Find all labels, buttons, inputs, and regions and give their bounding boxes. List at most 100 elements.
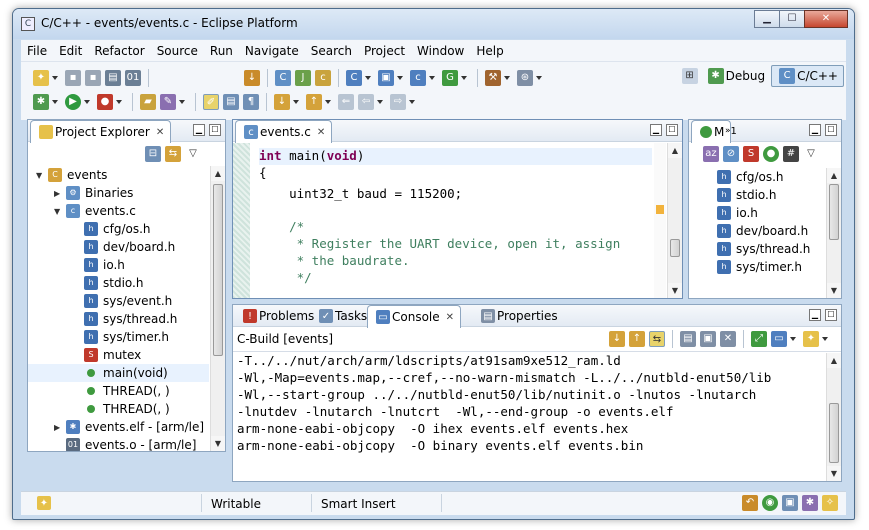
menu-search[interactable]: Search: [305, 44, 358, 58]
tree-item[interactable]: h sys/thread.h: [28, 310, 209, 328]
expand-toggle-icon[interactable]: ▼: [36, 171, 46, 180]
expand-toggle-icon[interactable]: ▶: [54, 189, 64, 198]
save-icon[interactable]: ▪: [65, 70, 81, 86]
project-tree-scrollbar[interactable]: ▲ ▼: [210, 166, 225, 451]
hide-fields-icon[interactable]: ⊘: [723, 146, 739, 162]
hide-static-icon[interactable]: S: [743, 146, 759, 162]
notification-icon[interactable]: ✧: [822, 495, 838, 511]
print-icon[interactable]: ▤: [105, 70, 121, 86]
block-selection-icon[interactable]: ▤: [223, 94, 239, 110]
maximize-view-icon[interactable]: ☐: [825, 309, 837, 321]
new-folder-icon[interactable]: ▣: [378, 70, 394, 86]
outline-item[interactable]: h io.h: [699, 204, 825, 222]
outline-item[interactable]: h sys/timer.h: [699, 258, 825, 276]
code-area[interactable]: int main(void){ uint32_t baud = 115200; …: [259, 148, 652, 294]
tree-item[interactable]: h dev/board.h: [28, 238, 209, 256]
maximize-view-icon[interactable]: ☐: [666, 124, 678, 136]
refresh-icon[interactable]: G: [442, 70, 458, 86]
open-console-icon[interactable]: ✦: [803, 331, 819, 347]
tree-item[interactable]: ▼ c events.c: [28, 202, 209, 220]
collapse-all-icon[interactable]: ⊟: [145, 146, 161, 162]
code-line[interactable]: * Register the UART device, open it, ass…: [259, 236, 652, 253]
code-line[interactable]: uint32_t baud = 115200;: [259, 186, 652, 203]
tree-item[interactable]: ▶ ⚙ Binaries: [28, 184, 209, 202]
perspective-cpp[interactable]: C C/C++: [771, 65, 844, 87]
close-icon[interactable]: ✕: [317, 127, 325, 138]
build-binary-icon[interactable]: 01: [125, 70, 141, 86]
menu-refactor[interactable]: Refactor: [88, 44, 150, 58]
code-line[interactable]: {: [259, 165, 652, 182]
tree-item[interactable]: Smutex: [28, 346, 209, 364]
menu-project[interactable]: Project: [358, 44, 411, 58]
code-line[interactable]: */: [259, 270, 652, 287]
close-button[interactable]: ✕: [804, 10, 848, 28]
maximize-view-icon[interactable]: ☐: [209, 124, 221, 136]
pin-console-icon[interactable]: ⤢: [751, 331, 767, 347]
perspective-debug[interactable]: ✱ Debug: [700, 65, 771, 87]
tree-item[interactable]: ▼ Cevents: [28, 166, 209, 184]
previous-annotation-icon[interactable]: ↑: [306, 94, 322, 110]
open-type-icon[interactable]: ▰: [140, 94, 156, 110]
forward-icon[interactable]: ⇨: [390, 94, 406, 110]
menu-file[interactable]: File: [21, 44, 53, 58]
network-icon[interactable]: ◉: [762, 495, 778, 511]
back-icon[interactable]: ⇦: [358, 94, 374, 110]
new-junit-icon[interactable]: J: [295, 70, 311, 86]
close-icon[interactable]: ✕: [446, 312, 454, 323]
link-with-editor-icon[interactable]: ⇆: [165, 146, 181, 162]
external-tools-icon[interactable]: ●: [97, 94, 113, 110]
editor-scrollbar[interactable]: ▲ ▼: [667, 143, 682, 298]
tree-item[interactable]: main(void): [28, 364, 209, 382]
tab-properties[interactable]: ▤ Properties: [473, 305, 564, 327]
menu-navigate[interactable]: Navigate: [239, 44, 305, 58]
scroll-lock-icon[interactable]: ⇆: [649, 331, 665, 347]
minimize-view-icon[interactable]: ▁: [193, 124, 205, 136]
tree-item[interactable]: h io.h: [28, 256, 209, 274]
next-output-icon[interactable]: ↓: [609, 331, 625, 347]
tree-item[interactable]: h cfg/os.h: [28, 220, 209, 238]
target-icon[interactable]: ⊛: [517, 70, 533, 86]
last-edit-icon[interactable]: ⇐: [338, 94, 354, 110]
close-icon[interactable]: ✕: [156, 127, 164, 138]
maximize-button[interactable]: ☐: [779, 10, 805, 28]
tab-console[interactable]: ▭ Console ✕: [367, 305, 462, 328]
image-icon[interactable]: ▣: [782, 495, 798, 511]
new-icon[interactable]: ✦: [33, 70, 49, 86]
view-menu-icon[interactable]: ▽: [185, 146, 201, 162]
tree-item[interactable]: THREAD(, ): [28, 382, 209, 400]
minimize-view-icon[interactable]: ▁: [809, 124, 821, 136]
outline-item[interactable]: h dev/board.h: [699, 222, 825, 240]
title-bar[interactable]: C C/C++ - events/events.c - Eclipse Plat…: [13, 9, 854, 39]
expand-toggle-icon[interactable]: ▼: [54, 207, 64, 216]
outline-item[interactable]: h stdio.h: [699, 186, 825, 204]
code-line[interactable]: * the baudrate.: [259, 253, 652, 270]
tree-item[interactable]: h sys/timer.h: [28, 328, 209, 346]
menu-window[interactable]: Window: [411, 44, 470, 58]
code-line[interactable]: /*: [259, 219, 652, 236]
tab-events-c[interactable]: c events.c ✕: [235, 120, 333, 143]
tab-problems[interactable]: ! Problems: [235, 305, 320, 327]
tab-project-explorer[interactable]: Project Explorer ✕: [30, 120, 172, 143]
new-source-folder-icon[interactable]: c: [315, 70, 331, 86]
clear-console-icon[interactable]: ✕: [720, 331, 736, 347]
tab-tasks[interactable]: ✓ Tasks: [311, 305, 373, 327]
open-perspective-icon[interactable]: ⊞: [681, 68, 698, 84]
minimize-view-icon[interactable]: ▁: [809, 309, 821, 321]
mark-occurrences-icon[interactable]: ✐: [203, 94, 219, 110]
run-icon[interactable]: ▶: [65, 94, 81, 110]
tree-item[interactable]: ▶ ✱ events.elf - [arm/le]: [28, 418, 209, 436]
menu-edit[interactable]: Edit: [53, 44, 88, 58]
new-class-icon[interactable]: C: [346, 70, 362, 86]
progress-icon[interactable]: ↶: [742, 495, 758, 511]
sort-icon[interactable]: az: [703, 146, 719, 162]
hammer-build-icon[interactable]: ⚒: [485, 70, 501, 86]
console-output[interactable]: -T../../nut/arch/arm/ldscripts/at91sam9x…: [237, 353, 823, 479]
tree-item[interactable]: 01 events.o - [arm/le]: [28, 436, 209, 451]
outline-item[interactable]: h sys/thread.h: [699, 240, 825, 258]
menu-help[interactable]: Help: [470, 44, 509, 58]
view-menu-icon[interactable]: ▽: [803, 146, 819, 162]
copy-build-log-icon[interactable]: ▤: [680, 331, 696, 347]
menu-run[interactable]: Run: [204, 44, 239, 58]
tree-item[interactable]: h stdio.h: [28, 274, 209, 292]
new-file-icon[interactable]: c: [410, 70, 426, 86]
